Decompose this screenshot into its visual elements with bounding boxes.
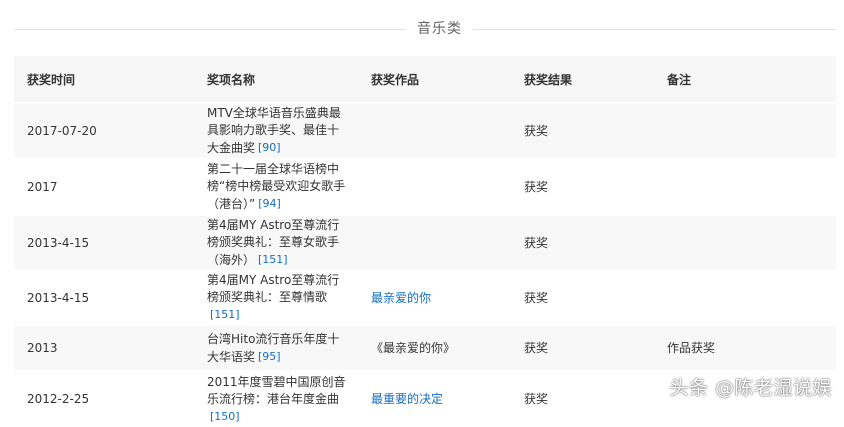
award-result: 获奖 <box>511 102 654 159</box>
column-header-note: 备注 <box>654 56 836 103</box>
award-date: 2012-2-25 <box>14 370 194 427</box>
award-work-cell: 最重要的决定 <box>358 370 511 427</box>
table-header-row: 获奖时间 奖项名称 获奖作品 获奖结果 备注 <box>14 56 836 103</box>
awards-table: 获奖时间 奖项名称 获奖作品 获奖结果 备注 2017-07-20 MTV全球华… <box>14 56 836 427</box>
award-work-link[interactable]: 最亲爱的你 <box>371 291 431 305</box>
award-note <box>654 158 836 215</box>
award-work <box>358 158 511 215</box>
award-date: 2013-4-15 <box>14 214 194 271</box>
citation-link[interactable]: [94] <box>258 197 281 210</box>
award-name-cell: 台湾Hito流行音乐年度十大华语奖 [95] <box>194 324 358 371</box>
award-date: 2013-4-15 <box>14 270 194 325</box>
citation-link[interactable]: [151] <box>210 308 240 321</box>
award-name-cell: 第4届MY Astro至尊流行榜颁奖典礼：至尊女歌手（海外） [151] <box>194 214 358 271</box>
award-work-link[interactable]: 最重要的决定 <box>371 392 443 406</box>
award-note <box>654 214 836 271</box>
award-date: 2013 <box>14 324 194 371</box>
award-result: 获奖 <box>511 214 654 271</box>
column-header-award: 奖项名称 <box>194 56 358 103</box>
award-result: 获奖 <box>511 324 654 371</box>
award-name-cell: 第二十一届全球华语榜中榜“榜中榜最受欢迎女歌手（港台）” [94] <box>194 158 358 215</box>
award-work: 《最亲爱的你》 <box>358 324 511 371</box>
column-header-result: 获奖结果 <box>511 56 654 103</box>
table-row: 2013-4-15 第4届MY Astro至尊流行榜颁奖典礼：至尊情歌 [151]… <box>14 270 836 325</box>
award-note: 作品获奖 <box>654 324 836 371</box>
award-name-cell: 第4届MY Astro至尊流行榜颁奖典礼：至尊情歌 [151] <box>194 270 358 325</box>
award-work-cell: 最亲爱的你 <box>358 270 511 325</box>
section-title: 音乐类 <box>406 19 473 39</box>
award-name: 第4届MY Astro至尊流行榜颁奖典礼：至尊情歌 <box>207 273 340 304</box>
award-work <box>358 102 511 159</box>
table-row: 2013 台湾Hito流行音乐年度十大华语奖 [95] 《最亲爱的你》 获奖 作品… <box>14 324 836 371</box>
award-name: 2011年度雪碧中国原创音乐流行榜：港台年度金曲 <box>207 374 346 406</box>
award-note <box>654 102 836 159</box>
award-note <box>654 270 836 325</box>
award-date: 2017-07-20 <box>14 102 194 159</box>
table-row: 2017-07-20 MTV全球华语音乐盛典最具影响力歌手奖、最佳十大金曲奖 [9… <box>14 102 836 159</box>
column-header-date: 获奖时间 <box>14 56 194 103</box>
table-row: 2017 第二十一届全球华语榜中榜“榜中榜最受欢迎女歌手（港台）” [94] 获奖 <box>14 158 836 215</box>
award-name-cell: 2011年度雪碧中国原创音乐流行榜：港台年度金曲 [150] <box>194 370 358 427</box>
section-header: 音乐类 <box>14 12 836 46</box>
award-result: 获奖 <box>511 370 654 427</box>
citation-link[interactable]: [150] <box>210 410 240 423</box>
column-header-work: 获奖作品 <box>358 56 511 103</box>
watermark: 头条 @陈老湿说娱 <box>669 377 832 399</box>
citation-link[interactable]: [90] <box>258 141 281 154</box>
citation-link[interactable]: [95] <box>258 350 281 363</box>
award-name-cell: MTV全球华语音乐盛典最具影响力歌手奖、最佳十大金曲奖 [90] <box>194 102 358 159</box>
table-row: 2013-4-15 第4届MY Astro至尊流行榜颁奖典礼：至尊女歌手（海外）… <box>14 214 836 271</box>
award-work <box>358 214 511 271</box>
award-result: 获奖 <box>511 158 654 215</box>
award-result: 获奖 <box>511 270 654 325</box>
award-date: 2017 <box>14 158 194 215</box>
citation-link[interactable]: [151] <box>258 253 288 266</box>
